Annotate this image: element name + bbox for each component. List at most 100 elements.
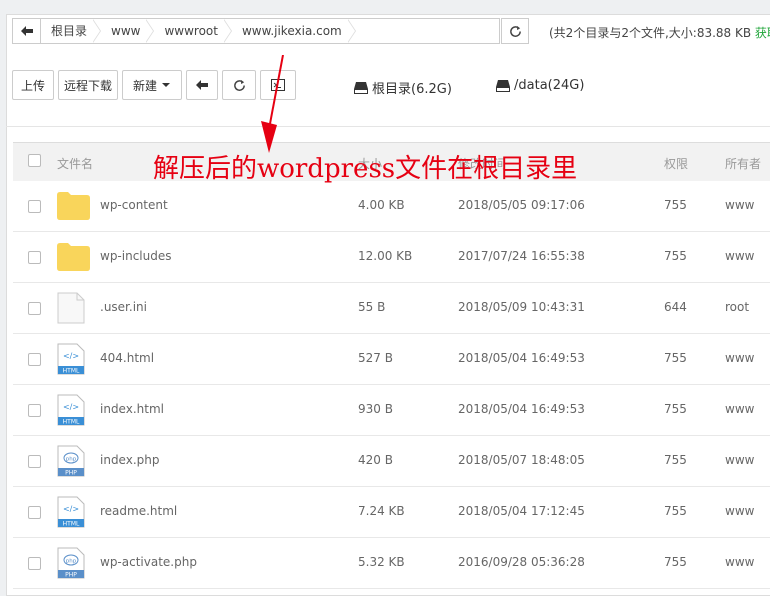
- file-name[interactable]: wp-activate.php: [100, 555, 197, 569]
- table-row[interactable]: wp-content 4.00 KB 2018/05/05 09:17:06 755 w…: [13, 181, 770, 232]
- toolbar: 上传 远程下载 新建: [12, 70, 300, 100]
- file-mtime: 2018/05/05 09:17:06: [458, 198, 585, 212]
- file-mtime: 2018/05/07 18:48:05: [458, 453, 585, 467]
- svg-text:php: php: [66, 559, 77, 565]
- table-row[interactable]: PHP php wp-activate.php 5.32 KB 2016/09/28 0…: [13, 538, 770, 589]
- folder-icon: [57, 192, 90, 223]
- divider: [6, 126, 770, 127]
- file-permission[interactable]: 644: [664, 300, 687, 314]
- file-permission[interactable]: 755: [664, 198, 687, 212]
- breadcrumb-item-site[interactable]: www.jikexia.com: [232, 19, 356, 43]
- file-name[interactable]: readme.html: [100, 504, 177, 518]
- row-checkbox[interactable]: [28, 251, 41, 264]
- file-mtime: 2018/05/04 16:49:53: [458, 402, 585, 416]
- file-permission[interactable]: 755: [664, 351, 687, 365]
- col-perm[interactable]: 权限: [664, 155, 688, 172]
- file-permission[interactable]: 755: [664, 555, 687, 569]
- select-all-checkbox[interactable]: [28, 154, 41, 167]
- disk-data[interactable]: /data(24G): [496, 78, 584, 93]
- file-owner[interactable]: www: [725, 351, 754, 365]
- col-name[interactable]: 文件名: [57, 155, 93, 172]
- directory-summary: (共2个目录与2个文件,大小:83.88 KB 获取: [549, 24, 770, 41]
- file-owner[interactable]: www: [725, 555, 754, 569]
- annotation-arrow-icon: [261, 55, 284, 153]
- table-row[interactable]: .user.ini 55 B 2018/05/09 10:43:31 644 root: [13, 283, 770, 334]
- row-checkbox[interactable]: [28, 404, 41, 417]
- row-checkbox[interactable]: [28, 455, 41, 468]
- file-permission[interactable]: 755: [664, 402, 687, 416]
- file-size: 930 B: [358, 402, 393, 416]
- breadcrumb-item-root[interactable]: 根目录: [41, 19, 102, 43]
- svg-text:</>: </>: [63, 505, 79, 514]
- file-mtime: 2018/05/09 10:43:31: [458, 300, 585, 314]
- php-file-icon: PHP php: [57, 547, 85, 582]
- breadcrumb: 根目录 www wwwroot www.jikexia.com: [12, 18, 500, 44]
- arrow-left-icon: [20, 26, 33, 36]
- table-row[interactable]: HTML </> readme.html 7.24 KB 2018/05/04 17:1…: [13, 487, 770, 538]
- breadcrumb-item-wwwroot[interactable]: wwwroot: [154, 19, 232, 43]
- file-name[interactable]: index.html: [100, 402, 164, 416]
- hdd-icon: [354, 81, 368, 94]
- file-permission[interactable]: 755: [664, 453, 687, 467]
- row-checkbox[interactable]: [28, 557, 41, 570]
- path-refresh-button[interactable]: [501, 18, 529, 44]
- arrow-left-icon: [196, 80, 208, 90]
- table-row[interactable]: wp-includes 12.00 KB 2017/07/24 16:55:38 75…: [13, 232, 770, 283]
- file-mtime: 2018/05/04 17:12:45: [458, 504, 585, 518]
- remote-download-button[interactable]: 远程下载: [58, 70, 118, 100]
- file-size: 420 B: [358, 453, 393, 467]
- file-size: 527 B: [358, 351, 393, 365]
- file-size: 5.32 KB: [358, 555, 405, 569]
- svg-text:</>: </>: [63, 352, 79, 361]
- file-owner[interactable]: root: [725, 300, 749, 314]
- svg-text:HTML: HTML: [63, 521, 80, 528]
- back-button[interactable]: [13, 19, 41, 43]
- disk-root[interactable]: 根目录(6.2G): [354, 78, 452, 97]
- new-dropdown-button[interactable]: 新建: [122, 70, 182, 100]
- html-file-icon: HTML </>: [57, 496, 85, 531]
- svg-text:</>: </>: [63, 403, 79, 412]
- table-row[interactable]: HTML </> index.html 930 B 2018/05/04 16:49:5…: [13, 385, 770, 436]
- upload-button[interactable]: 上传: [12, 70, 54, 100]
- file-name[interactable]: wp-includes: [100, 249, 172, 263]
- file-name[interactable]: .user.ini: [100, 300, 147, 314]
- svg-text:PHP: PHP: [65, 470, 77, 477]
- go-back-button[interactable]: [186, 70, 218, 100]
- row-checkbox[interactable]: [28, 506, 41, 519]
- file-name[interactable]: 404.html: [100, 351, 154, 365]
- row-checkbox[interactable]: [28, 353, 41, 366]
- get-size-link[interactable]: 获取: [755, 26, 770, 40]
- file-mtime: 2017/07/24 16:55:38: [458, 249, 585, 263]
- file-owner[interactable]: www: [725, 453, 754, 467]
- file-owner[interactable]: www: [725, 249, 754, 263]
- file-name[interactable]: wp-content: [100, 198, 168, 212]
- file-mtime: 2016/09/28 05:36:28: [458, 555, 585, 569]
- col-owner[interactable]: 所有者: [725, 155, 761, 172]
- caret-down-icon: [162, 83, 170, 87]
- breadcrumb-item-www[interactable]: www: [101, 19, 155, 43]
- refresh-icon: [509, 25, 521, 37]
- refresh-button[interactable]: [222, 70, 256, 100]
- table-row[interactable]: HTML </> 404.html 527 B 2018/05/04 16:49:53 7…: [13, 334, 770, 385]
- file-owner[interactable]: www: [725, 504, 754, 518]
- html-file-icon: HTML </>: [57, 343, 85, 378]
- table-row[interactable]: PHP php index.php 420 B 2018/05/07 18:48:05 7…: [13, 436, 770, 487]
- folder-icon: [57, 243, 90, 274]
- annotation-text: 解压后的wordpress文件在根目录里: [153, 154, 578, 184]
- file-permission[interactable]: 755: [664, 249, 687, 263]
- html-file-icon: HTML </>: [57, 394, 85, 429]
- file-owner[interactable]: www: [725, 198, 754, 212]
- file-owner[interactable]: www: [725, 402, 754, 416]
- file-size: 7.24 KB: [358, 504, 405, 518]
- file-name[interactable]: index.php: [100, 453, 159, 467]
- row-checkbox[interactable]: [28, 302, 41, 315]
- file-size: 4.00 KB: [358, 198, 405, 212]
- file-mtime: 2018/05/04 16:49:53: [458, 351, 585, 365]
- row-checkbox[interactable]: [28, 200, 41, 213]
- blank-file-icon: [57, 292, 85, 327]
- refresh-icon: [233, 79, 245, 91]
- file-permission[interactable]: 755: [664, 504, 687, 518]
- hdd-icon: [496, 79, 510, 92]
- svg-text:PHP: PHP: [65, 572, 77, 579]
- svg-text:HTML: HTML: [63, 368, 80, 375]
